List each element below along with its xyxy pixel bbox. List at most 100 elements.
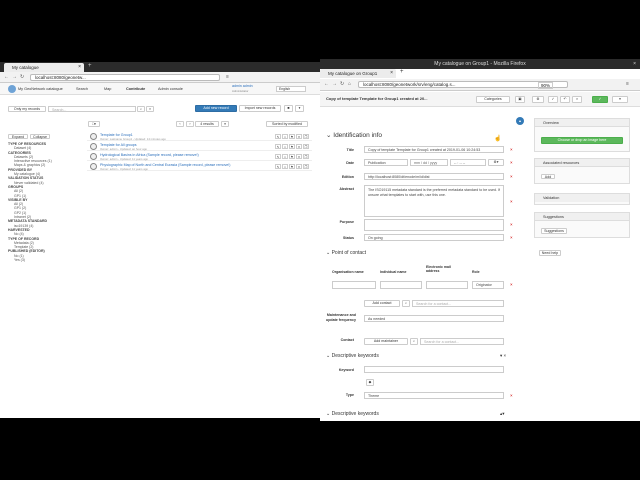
date-options-button[interactable]: ⚙▾: [488, 159, 504, 166]
cancel-button[interactable]: ×: [572, 96, 582, 103]
email-input[interactable]: [426, 281, 468, 289]
date-input[interactable]: mm / dd / yyyy: [410, 159, 448, 166]
result-row[interactable]: Template for Group1 Owner: Lastname Group…: [87, 132, 312, 141]
add-contact-button[interactable]: Add contact: [364, 300, 400, 307]
result-row[interactable]: Physiographic Map of North and Central E…: [87, 162, 312, 171]
keywords-heading-2[interactable]: ⌄ Descriptive keywords: [326, 411, 379, 417]
status-select[interactable]: On going: [364, 234, 504, 241]
categories-dropdown[interactable]: Categories: [476, 96, 510, 103]
delete-icon[interactable]: ×: [282, 144, 288, 149]
groups-button[interactable]: ▣: [515, 96, 525, 103]
forward-icon[interactable]: →: [332, 81, 337, 88]
nav-admin[interactable]: Admin console: [158, 83, 183, 95]
add-resource-button[interactable]: Add: [541, 174, 555, 179]
validate-button[interactable]: ✓: [548, 96, 558, 103]
new-tab-icon[interactable]: +: [88, 63, 92, 69]
right-url-input[interactable]: localhost:8080/geonetwork/srv/eng/catalo…: [358, 81, 568, 89]
more-icon[interactable]: ▾: [296, 154, 302, 159]
new-tab-icon[interactable]: +: [400, 69, 404, 75]
remove-icon[interactable]: ×: [510, 222, 513, 227]
copy-icon[interactable]: ❐: [303, 154, 309, 159]
search-icon[interactable]: ⌕: [402, 300, 410, 307]
remove-icon[interactable]: ×: [510, 160, 513, 165]
nav-search[interactable]: Search: [76, 83, 88, 95]
facet-item[interactable]: Yes (3): [8, 258, 52, 262]
nav-brand[interactable]: My GeoNetwork catalogue: [18, 83, 63, 95]
delete-icon[interactable]: ×: [282, 164, 288, 169]
left-tab[interactable]: My catalogue ×: [4, 63, 84, 72]
facet-heading[interactable]: METADATA STANDARD: [8, 219, 52, 223]
share-icon[interactable]: ⚑: [289, 154, 295, 159]
list-view-button[interactable]: ≡: [221, 121, 229, 127]
only-my-records-toggle[interactable]: Only my records: [8, 106, 46, 112]
forward-icon[interactable]: →: [12, 74, 17, 81]
scroll-top-icon[interactable]: ▴: [516, 117, 524, 125]
options-button[interactable]: ▾: [295, 105, 304, 112]
move-icon[interactable]: ▾ ×: [500, 353, 506, 359]
right-tab[interactable]: My catalogue on Group1 ×: [320, 69, 396, 78]
close-icon[interactable]: ×: [633, 59, 636, 69]
keywords-heading[interactable]: ⌄ Descriptive keywords: [326, 353, 379, 359]
org-input[interactable]: [332, 281, 376, 289]
save-button[interactable]: ✓: [592, 96, 608, 103]
results-count[interactable]: 4 results: [195, 121, 219, 127]
suggestions-button[interactable]: Suggestions: [541, 228, 567, 234]
remove-icon[interactable]: ×: [510, 199, 513, 204]
edit-icon[interactable]: ✎: [275, 164, 281, 169]
bookmark-button[interactable]: ■: [284, 105, 293, 112]
back-icon[interactable]: ←: [324, 81, 329, 88]
remove-icon[interactable]: ×: [510, 147, 513, 152]
edit-icon[interactable]: ✎: [275, 154, 281, 159]
poc-heading[interactable]: ⌄ Point of contact: [326, 250, 366, 256]
close-icon[interactable]: ×: [78, 63, 81, 72]
maintainer-search-input[interactable]: Search for a contact...: [420, 338, 504, 345]
remove-icon[interactable]: ×: [510, 235, 513, 240]
select-all-dropdown[interactable]: □▾: [88, 121, 100, 127]
title-input[interactable]: Copy of template Template for Group1 cre…: [364, 146, 504, 153]
edit-icon[interactable]: ✎: [275, 134, 281, 139]
more-button[interactable]: ▾: [612, 96, 628, 103]
next-page-button[interactable]: ›: [186, 121, 194, 127]
reload-icon[interactable]: ↻: [340, 81, 344, 88]
settings-button[interactable]: ⚙: [532, 96, 544, 103]
language-select[interactable]: English: [276, 86, 306, 92]
role-select[interactable]: Originator: [472, 281, 504, 289]
more-icon[interactable]: ▾: [296, 164, 302, 169]
import-new-records-button[interactable]: Import new records: [239, 105, 281, 112]
share-icon[interactable]: ⚑: [289, 144, 295, 149]
remove-icon[interactable]: ×: [510, 282, 513, 287]
keyword-input[interactable]: [364, 366, 504, 373]
search-input[interactable]: Search...: [48, 106, 136, 112]
purpose-textarea[interactable]: [364, 219, 504, 231]
search-icon[interactable]: ⌕: [410, 338, 418, 345]
choose-image-button[interactable]: Choose or drop an image here: [541, 137, 623, 144]
back-icon[interactable]: ←: [4, 74, 9, 81]
copy-icon[interactable]: ❐: [303, 144, 309, 149]
share-icon[interactable]: ⚑: [289, 134, 295, 139]
remove-icon[interactable]: ×: [510, 393, 513, 398]
type-select[interactable]: Theme: [364, 392, 504, 399]
reload-icon[interactable]: ↻: [20, 74, 24, 81]
result-row[interactable]: Hydrological Basins in Africa (Sample re…: [87, 152, 312, 161]
need-help-button[interactable]: Need help: [539, 250, 561, 256]
thumbs-icon[interactable]: ☝: [494, 135, 501, 142]
copy-icon[interactable]: ❐: [303, 134, 309, 139]
add-keyword-button[interactable]: ◆: [366, 379, 374, 386]
individual-input[interactable]: [380, 281, 422, 289]
collapse-button[interactable]: Collapse: [30, 134, 50, 139]
result-row[interactable]: Template for All groups Owner: admin - Up…: [87, 142, 312, 151]
nav-map[interactable]: Map: [104, 83, 111, 95]
share-icon[interactable]: ⚑: [289, 164, 295, 169]
sort-select[interactable]: Sorted by modified: [266, 121, 308, 127]
date-type-select[interactable]: Publication: [364, 159, 408, 166]
clear-search-button[interactable]: ×: [146, 106, 154, 112]
delete-icon[interactable]: ×: [282, 154, 288, 159]
more-icon[interactable]: ▾: [296, 134, 302, 139]
left-url-input[interactable]: localhost:8080/geonetw...: [30, 74, 220, 81]
nav-contribute[interactable]: Contribute: [126, 83, 145, 95]
zoom-level[interactable]: 90%: [537, 82, 553, 89]
copy-icon[interactable]: ❐: [303, 164, 309, 169]
contact-search-input[interactable]: Search for a contact...: [412, 300, 504, 307]
edit-icon[interactable]: ✎: [275, 144, 281, 149]
more-icon[interactable]: ▾: [296, 144, 302, 149]
